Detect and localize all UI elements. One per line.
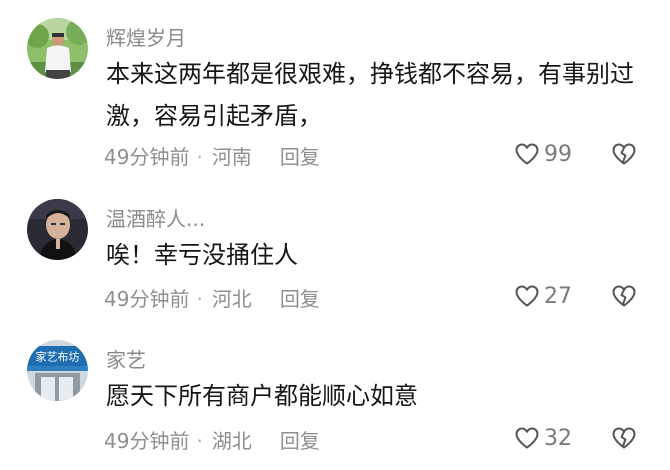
user-avatar[interactable] xyxy=(27,199,88,260)
like-button[interactable]: 32 xyxy=(514,423,572,453)
reply-button[interactable]: 回复 xyxy=(280,429,320,453)
comment-text: 本来这两年都是很艰难，挣钱都不容易，有事别过激，容易引起矛盾， xyxy=(106,60,634,130)
like-button[interactable]: 99 xyxy=(514,139,572,169)
man-outdoor-avatar-icon xyxy=(27,18,88,79)
shop-sign-avatar-icon: 家艺布坊 xyxy=(27,340,88,401)
heart-outline-icon xyxy=(515,143,539,165)
timestamp: 49分钟前 xyxy=(104,287,190,311)
location: 河北 xyxy=(211,287,252,311)
username[interactable]: 辉煌岁月 xyxy=(106,22,186,51)
timestamp: 49分钟前 xyxy=(104,429,190,453)
user-avatar[interactable]: 家艺布坊 xyxy=(27,340,88,401)
separator-dot: · xyxy=(196,287,203,311)
comment-meta: 49分钟前 · 河北 回复 xyxy=(104,283,320,312)
heart-outline-icon xyxy=(515,285,539,307)
broken-heart-icon xyxy=(612,427,636,449)
comment-text: 唉！幸亏没捅住人 xyxy=(106,241,298,269)
shop-sign-text: 家艺布坊 xyxy=(36,350,80,364)
username[interactable]: 家艺 xyxy=(106,344,146,373)
like-button[interactable]: 27 xyxy=(514,281,572,311)
like-count: 32 xyxy=(544,425,572,451)
heart-outline-icon xyxy=(515,427,539,449)
separator-dot: · xyxy=(196,145,203,169)
dislike-button[interactable] xyxy=(611,142,637,166)
comment-list: 辉煌岁月 本来这两年都是很艰难，挣钱都不容易，有事别过激，容易引起矛盾， 49分… xyxy=(0,0,670,470)
timestamp: 49分钟前 xyxy=(104,145,190,169)
dislike-button[interactable] xyxy=(611,284,637,308)
comment-meta: 49分钟前 · 河南 回复 xyxy=(104,141,320,170)
reply-button[interactable]: 回复 xyxy=(280,287,320,311)
broken-heart-icon xyxy=(612,285,636,307)
location: 河南 xyxy=(211,145,252,169)
broken-heart-icon xyxy=(612,143,636,165)
comment-meta: 49分钟前 · 湖北 回复 xyxy=(104,425,320,454)
location: 湖北 xyxy=(211,429,252,453)
username[interactable]: 温酒醉人... xyxy=(106,203,205,232)
separator-dot: · xyxy=(196,429,203,453)
like-count: 99 xyxy=(544,141,572,167)
comment-text: 愿天下所有商户都能顺心如意 xyxy=(106,382,418,410)
user-avatar[interactable] xyxy=(27,18,88,79)
man-portrait-avatar-icon xyxy=(27,199,88,260)
reply-button[interactable]: 回复 xyxy=(280,145,320,169)
dislike-button[interactable] xyxy=(611,426,637,450)
like-count: 27 xyxy=(544,283,572,309)
